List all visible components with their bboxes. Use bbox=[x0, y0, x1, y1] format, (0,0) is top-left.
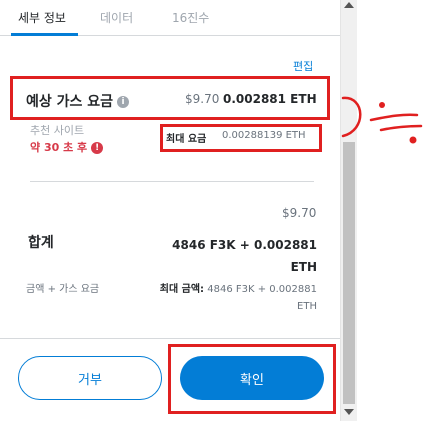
timer-text: 약 30 초 후 bbox=[30, 141, 88, 154]
transaction-confirm-page: 세부 정보 데이터 16진수 편집 예상 가스 요금 i $9.70 0.0028… bbox=[0, 0, 442, 421]
info-icon[interactable]: i bbox=[117, 96, 130, 108]
suggested-site-label: 추천 사이트 bbox=[30, 124, 85, 137]
confirm-panel: 세부 정보 데이터 16진수 편집 예상 가스 요금 i $9.70 0.0028… bbox=[0, 0, 340, 421]
total-amount: 4846 F3K + 0.002881 ETH bbox=[150, 234, 317, 278]
gas-fee-usd: $9.70 bbox=[185, 92, 220, 106]
active-tab-indicator bbox=[11, 33, 78, 36]
total-amount-line1: 4846 F3K + 0.002881 bbox=[172, 238, 317, 252]
timer-estimate: 약 30 초 후! bbox=[30, 139, 104, 155]
alert-circle-icon: ! bbox=[91, 142, 104, 154]
gas-fee-label: 예상 가스 요금 i bbox=[26, 91, 130, 111]
scroll-thumb[interactable] bbox=[343, 142, 355, 404]
tab-data[interactable]: 데이터 bbox=[100, 9, 133, 26]
gas-fee-eth: 0.002881 ETH bbox=[223, 92, 317, 106]
hand-drawn-approx-equal-annotation bbox=[341, 96, 423, 144]
max-amount-label: 최대 금액: bbox=[159, 284, 205, 295]
total-label: 합계 bbox=[28, 235, 54, 251]
max-amount-value: 4846 F3K + 0.002881 bbox=[207, 284, 317, 295]
total-usd: $9.70 bbox=[282, 206, 317, 220]
annotation-line-lower bbox=[379, 124, 423, 132]
tab-hex[interactable]: 16진수 bbox=[172, 9, 209, 26]
reject-button[interactable]: 거부 bbox=[18, 356, 162, 400]
total-amount-line2: ETH bbox=[290, 260, 317, 274]
max-fee-row: 최대 요금 0.00288139 ETH bbox=[160, 124, 322, 152]
amount-plus-gas-label: 금액 + 가스 요금 bbox=[26, 284, 100, 295]
annotation-dot-bottom bbox=[409, 136, 417, 144]
tab-details[interactable]: 세부 정보 bbox=[18, 9, 66, 26]
estimated-gas-fee-row: 예상 가스 요금 i $9.70 0.002881 ETH bbox=[10, 76, 330, 120]
max-amount-line2: ETH bbox=[297, 301, 317, 312]
annotation-bracket bbox=[341, 96, 362, 138]
max-amount: 최대 금액: 4846 F3K + 0.002881 ETH bbox=[130, 281, 317, 315]
max-fee-label: 최대 요금 bbox=[166, 134, 207, 145]
tab-bar: 세부 정보 데이터 16진수 bbox=[0, 0, 340, 36]
confirm-button[interactable]: 확인 bbox=[180, 356, 324, 400]
scroll-down-arrow-icon[interactable] bbox=[344, 409, 354, 415]
annotation-line-upper bbox=[369, 113, 419, 122]
gas-fee-label-text: 예상 가스 요금 bbox=[26, 94, 114, 110]
scroll-up-arrow-icon[interactable] bbox=[344, 2, 354, 8]
edit-link[interactable]: 편집 bbox=[293, 58, 313, 74]
annotation-dot-top bbox=[379, 102, 385, 108]
footer-divider bbox=[0, 338, 340, 339]
max-fee-value: 0.00288139 ETH bbox=[222, 130, 306, 141]
max-amount-line1: 최대 금액: 4846 F3K + 0.002881 bbox=[130, 281, 317, 298]
section-divider bbox=[30, 181, 314, 182]
vertical-scrollbar[interactable] bbox=[340, 0, 357, 421]
